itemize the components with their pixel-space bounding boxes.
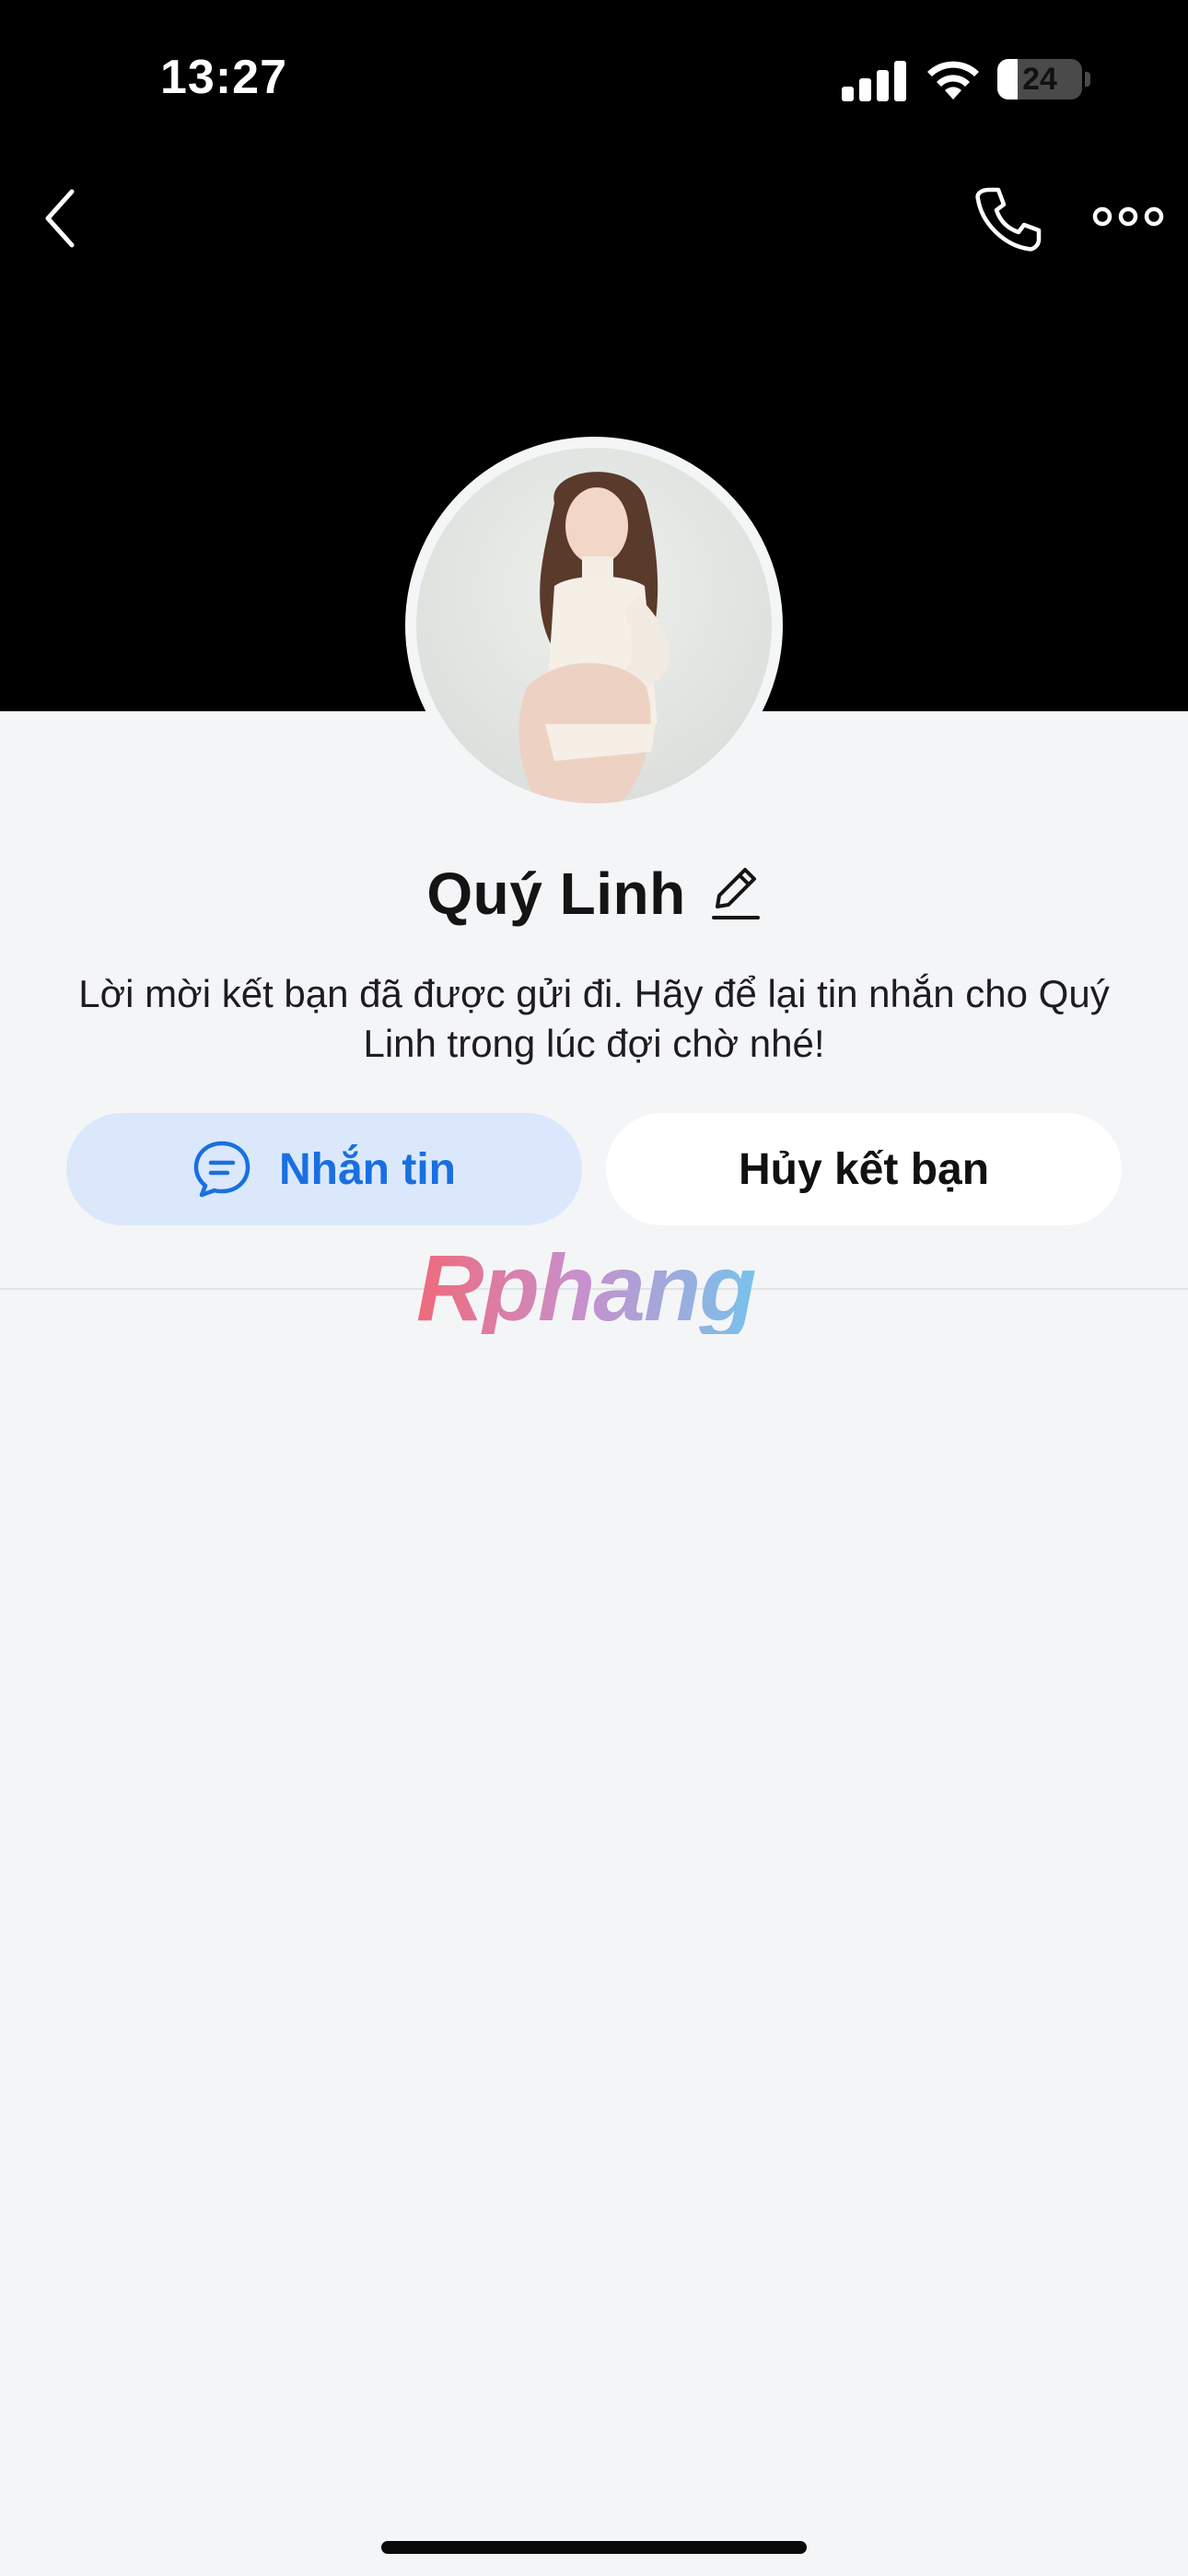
friend-request-note: Lời mời kết bạn đã được gửi đi. Hãy để l… [78,972,1110,1065]
cellular-signal-icon [842,61,906,101]
name-row: Quý Linh [0,857,1188,931]
pencil-icon[interactable] [710,864,762,923]
battery-tip [1085,72,1090,87]
cancel-friend-button-label: Hủy kết bạn [738,1144,990,1194]
phone-call-icon[interactable] [971,182,1044,256]
home-indicator[interactable] [381,2541,807,2554]
back-icon[interactable] [33,184,92,252]
profile-avatar[interactable] [405,437,783,814]
wifi-icon [927,61,979,100]
more-options-icon[interactable] [1092,193,1164,240]
cancel-friend-button[interactable]: Hủy kết bạn [606,1113,1122,1225]
watermark-logo: Rphang [416,1241,775,1335]
status-time: 13:27 [160,51,287,104]
profile-name: Quý Linh [426,861,686,927]
message-button-label: Nhắn tin [279,1144,456,1194]
battery-icon: 24 [997,59,1082,100]
chat-bubble-icon [193,1141,250,1198]
battery-level-text: 24 [1022,62,1057,97]
message-button[interactable]: Nhắn tin [66,1113,582,1225]
